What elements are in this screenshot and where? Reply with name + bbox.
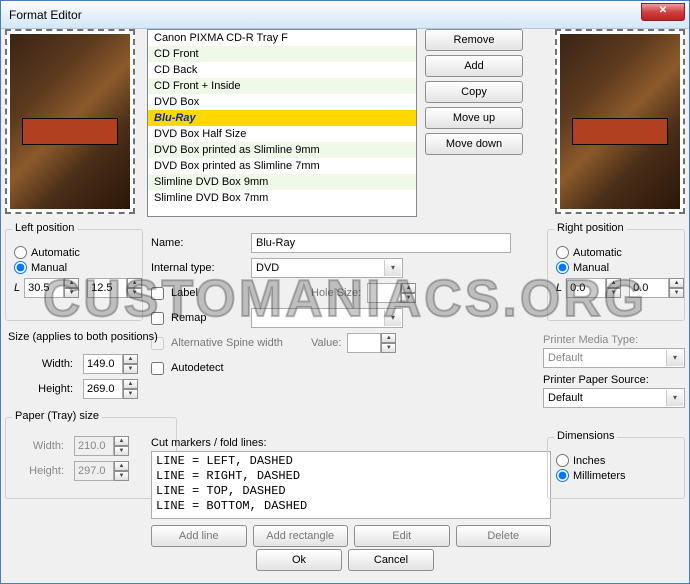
leftpos-t-spinner[interactable]: ▲▼ bbox=[87, 278, 142, 298]
rightpos-t-spinner[interactable]: ▲▼ bbox=[629, 278, 684, 298]
printer-source-label: Printer Paper Source: bbox=[543, 374, 685, 386]
value-spinner[interactable]: ▲▼ bbox=[347, 333, 396, 353]
format-list-item[interactable]: DVD Box bbox=[148, 94, 416, 110]
leftpos-l-spinner[interactable]: ▲▼ bbox=[24, 278, 79, 298]
edit-button[interactable]: Edit bbox=[354, 525, 450, 547]
add-line-button[interactable]: Add line bbox=[151, 525, 247, 547]
down-arrow-icon[interactable]: ▼ bbox=[606, 288, 621, 298]
left-position-group: Left position Automatic Manual L ▲▼ ▲▼ bbox=[5, 229, 143, 321]
hole-size-label: Hole Size: bbox=[311, 287, 361, 299]
format-list-item[interactable]: DVD Box Half Size bbox=[148, 126, 416, 142]
down-arrow-icon[interactable]: ▼ bbox=[127, 288, 142, 298]
rightpos-l-spinner[interactable]: ▲▼ bbox=[566, 278, 621, 298]
leftpos-manual-radio[interactable] bbox=[14, 261, 27, 274]
label-checkbox[interactable] bbox=[151, 287, 164, 300]
up-arrow-icon[interactable]: ▲ bbox=[127, 278, 142, 288]
value-label: Value: bbox=[311, 337, 341, 349]
right-preview bbox=[555, 29, 685, 214]
cut-markers-textarea[interactable]: LINE = LEFT, DASHED LINE = RIGHT, DASHED… bbox=[151, 451, 551, 519]
rightpos-auto-radio[interactable] bbox=[556, 246, 569, 259]
leftpos-auto-radio[interactable] bbox=[14, 246, 27, 259]
hole-size-spinner[interactable]: ▲▼ bbox=[367, 283, 416, 303]
cut-markers-label: Cut markers / fold lines: bbox=[151, 437, 551, 449]
size-width-spinner[interactable]: ▲▼ bbox=[83, 354, 138, 374]
printer-column: Printer Media Type: Default Printer Paper… bbox=[543, 331, 685, 414]
window-title: Format Editor bbox=[9, 8, 82, 22]
remap-combo[interactable] bbox=[251, 308, 403, 328]
right-position-title: Right position bbox=[554, 222, 627, 234]
format-list-item[interactable]: CD Back bbox=[148, 62, 416, 78]
format-list-item[interactable]: Blu-Ray bbox=[148, 110, 416, 126]
printer-media-combo: Default bbox=[543, 348, 685, 368]
format-list-item[interactable]: DVD Box printed as Slimline 9mm bbox=[148, 142, 416, 158]
move-down-button[interactable]: Move down bbox=[425, 133, 523, 155]
right-position-group: Right position Automatic Manual L ▲▼ ▲▼ bbox=[547, 229, 685, 321]
titlebar[interactable]: Format Editor ✕ bbox=[1, 1, 689, 29]
remap-checkbox[interactable] bbox=[151, 312, 164, 325]
size-height-spinner[interactable]: ▲▼ bbox=[83, 379, 138, 399]
size-group: Size (applies to both positions) Width:▲… bbox=[5, 331, 177, 403]
format-list-item[interactable]: Canon PIXMA CD-R Tray F bbox=[148, 30, 416, 46]
left-preview bbox=[5, 29, 135, 214]
up-arrow-icon[interactable]: ▲ bbox=[669, 278, 684, 288]
middle-fields: Name: Internal type:DVD Label Hole Size:… bbox=[151, 229, 539, 382]
size-title: Size (applies to both positions) bbox=[5, 331, 161, 343]
up-arrow-icon[interactable]: ▲ bbox=[606, 278, 621, 288]
list-action-buttons: Remove Add Copy Move up Move down bbox=[425, 29, 523, 159]
inches-radio[interactable] bbox=[556, 454, 569, 467]
paper-width-spinner: ▲▼ bbox=[74, 436, 129, 456]
close-icon[interactable]: ✕ bbox=[641, 3, 685, 21]
remove-button[interactable]: Remove bbox=[425, 29, 523, 51]
rightpos-manual-radio[interactable] bbox=[556, 261, 569, 274]
move-up-button[interactable]: Move up bbox=[425, 107, 523, 129]
name-label: Name: bbox=[151, 237, 251, 249]
cancel-button[interactable]: Cancel bbox=[348, 549, 434, 571]
name-input[interactable] bbox=[251, 233, 511, 253]
copy-button[interactable]: Copy bbox=[425, 81, 523, 103]
dialog-buttons: Ok Cancel bbox=[1, 549, 689, 575]
content-area: Canon PIXMA CD-R Tray FCD FrontCD BackCD… bbox=[1, 29, 689, 583]
cut-markers-block: Cut markers / fold lines: LINE = LEFT, D… bbox=[151, 437, 551, 551]
printer-source-combo[interactable]: Default bbox=[543, 388, 685, 408]
dimensions-group: Dimensions Inches Millimeters bbox=[547, 437, 685, 499]
format-list-item[interactable]: CD Front bbox=[148, 46, 416, 62]
format-editor-window: Format Editor ✕ Canon PIXMA CD-R Tray FC… bbox=[0, 0, 690, 584]
format-list-item[interactable]: Slimline DVD Box 7mm bbox=[148, 190, 416, 206]
up-arrow-icon[interactable]: ▲ bbox=[64, 278, 79, 288]
internal-type-label: Internal type: bbox=[151, 262, 251, 274]
down-arrow-icon[interactable]: ▼ bbox=[64, 288, 79, 298]
internal-type-combo[interactable]: DVD bbox=[251, 258, 403, 278]
format-list[interactable]: Canon PIXMA CD-R Tray FCD FrontCD BackCD… bbox=[147, 29, 417, 217]
ok-button[interactable]: Ok bbox=[256, 549, 342, 571]
format-list-item[interactable]: DVD Box printed as Slimline 7mm bbox=[148, 158, 416, 174]
add-button[interactable]: Add bbox=[425, 55, 523, 77]
add-rectangle-button[interactable]: Add rectangle bbox=[253, 525, 349, 547]
printer-media-label: Printer Media Type: bbox=[543, 334, 685, 346]
left-position-title: Left position bbox=[12, 222, 77, 234]
format-list-item[interactable]: CD Front + Inside bbox=[148, 78, 416, 94]
delete-button[interactable]: Delete bbox=[456, 525, 552, 547]
down-arrow-icon[interactable]: ▼ bbox=[669, 288, 684, 298]
millimeters-radio[interactable] bbox=[556, 469, 569, 482]
paper-title: Paper (Tray) size bbox=[12, 410, 102, 422]
format-list-item[interactable]: Slimline DVD Box 9mm bbox=[148, 174, 416, 190]
dimensions-title: Dimensions bbox=[554, 430, 617, 442]
paper-height-spinner: ▲▼ bbox=[74, 461, 129, 481]
